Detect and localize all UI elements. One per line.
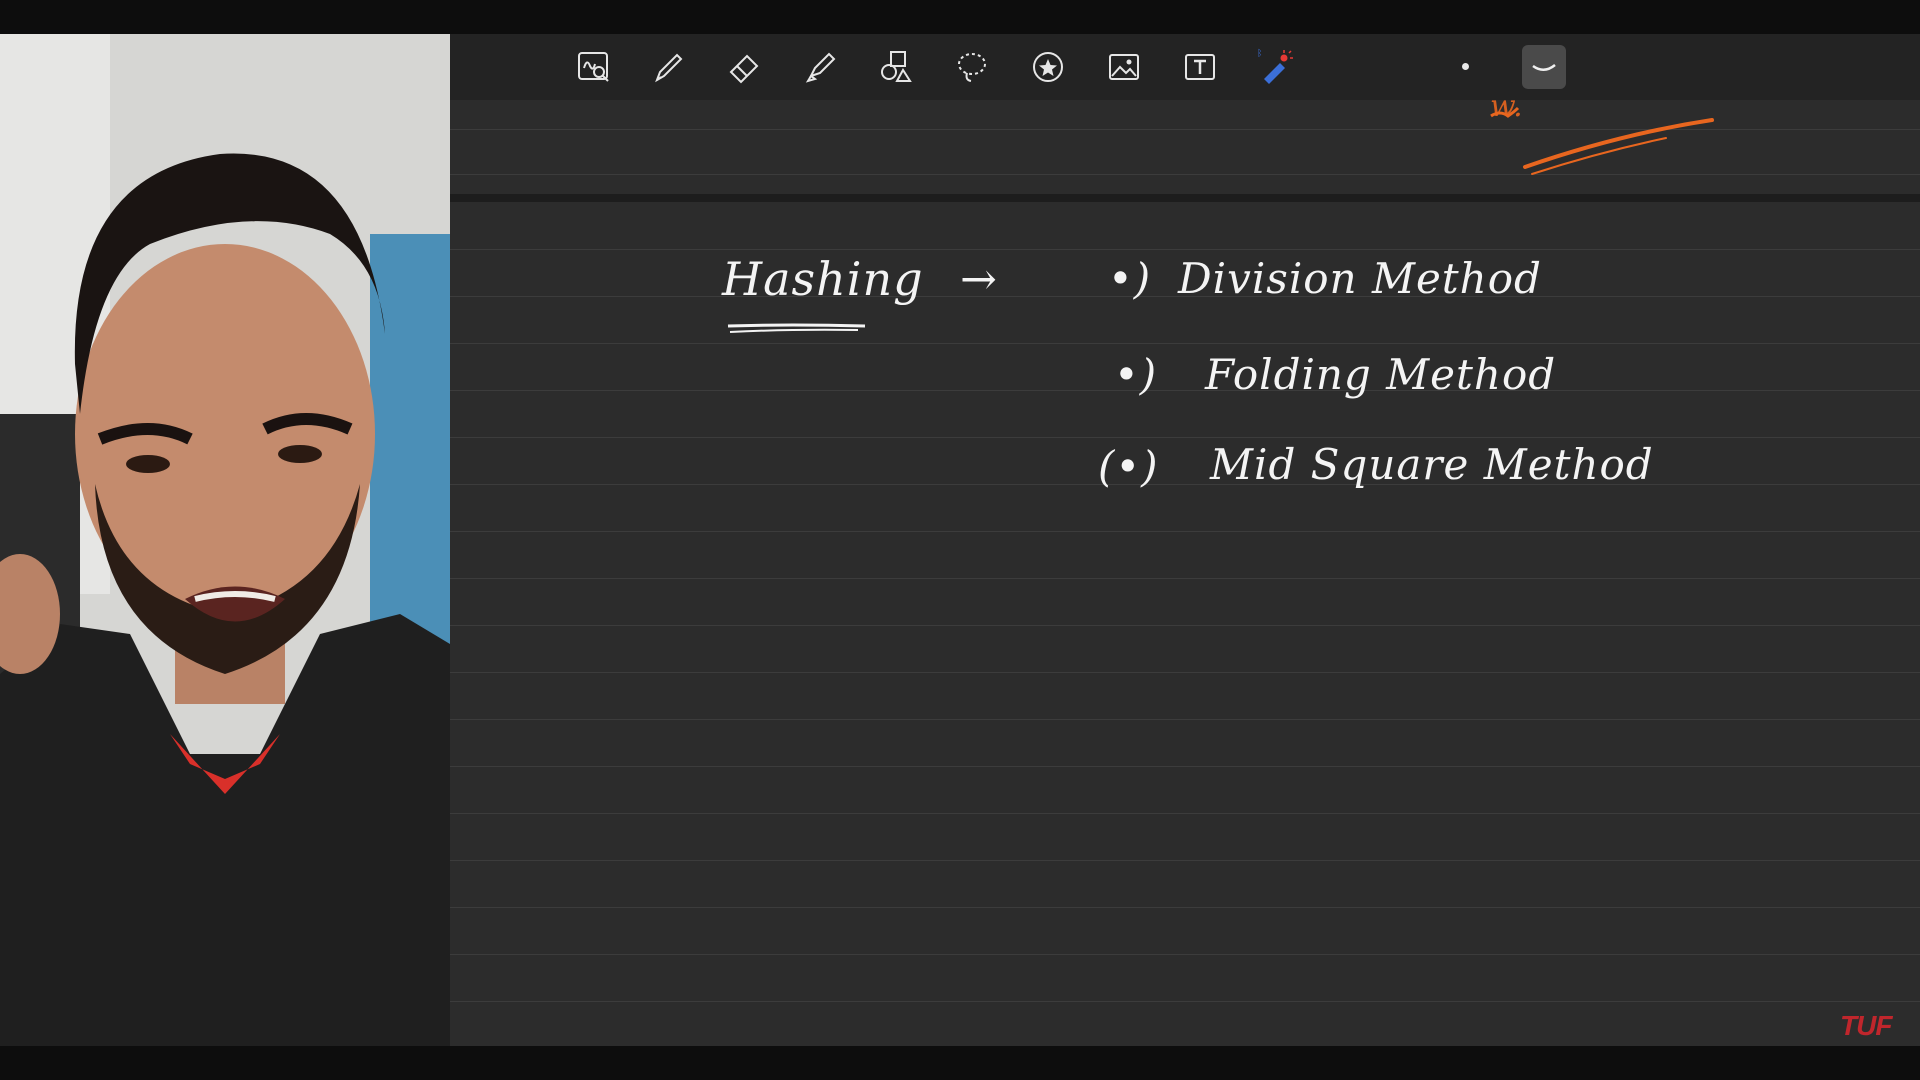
- top-page-fragment: w.: [1490, 89, 1524, 119]
- tuf-logo-watermark: TUF: [1840, 1010, 1892, 1041]
- item-3-bullet: (•): [1098, 442, 1159, 491]
- webcam-presenter-panel: [0, 34, 450, 1046]
- item-2-text: Folding Method: [1205, 350, 1557, 399]
- heading-arrow: →: [960, 254, 998, 305]
- orange-underline-stroke: [1523, 118, 1714, 169]
- item-1-text: Division Method: [1178, 254, 1542, 303]
- ink-layer: [727, 106, 1714, 333]
- video-top-letterbox: [0, 0, 1920, 34]
- notes-app-window: ᛒ Hashing → •) Division Method •) Foldin…: [450, 34, 1920, 1046]
- item-2-bullet: •): [1114, 350, 1158, 399]
- presenter-illustration: [0, 34, 450, 1046]
- item-3-text: Mid Square Method: [1210, 440, 1654, 489]
- video-bottom-letterbox: [0, 1046, 1920, 1080]
- item-1-bullet: •): [1108, 254, 1152, 303]
- heading-hashing: Hashing: [722, 252, 924, 306]
- heading-underline: [727, 323, 866, 328]
